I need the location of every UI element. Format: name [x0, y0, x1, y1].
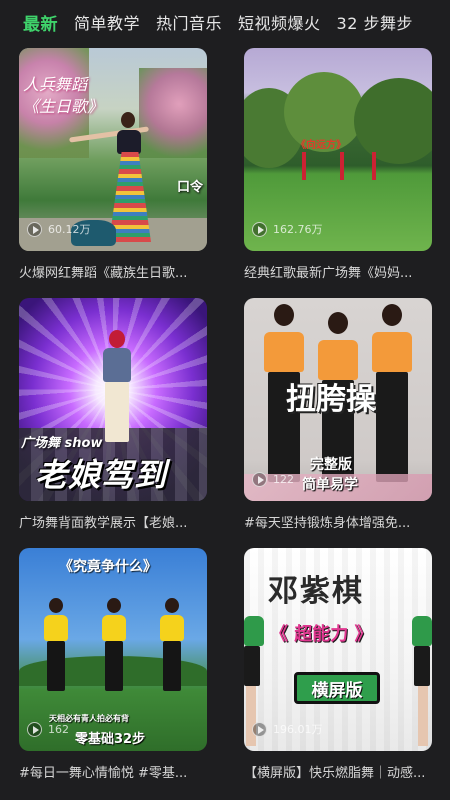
play-icon — [27, 722, 42, 737]
overlay-name-text: 邓紫棋 — [268, 574, 364, 609]
view-count: 60.12万 — [27, 221, 91, 237]
tab-32-steps[interactable]: 32 步舞步 — [329, 10, 421, 34]
overlay-big-text: 扭胯操 — [286, 382, 376, 417]
video-thumbnail[interactable]: 《究竟争什么》 天相必有青人拍必有背 零基础32步 162 — [19, 548, 207, 751]
overlay-badge: 横屏版 — [294, 672, 380, 704]
video-thumbnail[interactable]: 广场舞 show 老娘驾到 — [19, 298, 207, 501]
video-thumbnail[interactable]: 邓紫棋 《 超能力 》 横屏版 196.01万 — [244, 548, 432, 751]
video-thumbnail[interactable]: 人兵舞蹈 《生日歌》 口令 60.12万 — [19, 48, 207, 251]
dancer-figure — [99, 598, 129, 708]
view-count: 162 — [27, 722, 69, 737]
play-icon — [27, 221, 42, 237]
video-card[interactable]: 扭胯操 完整版 简单易学 122 #每天坚持锻炼身体增强免... — [244, 298, 432, 531]
video-card[interactable]: 广场舞 show 老娘驾到 广场舞背面教学展示【老娘... — [19, 298, 207, 531]
video-title[interactable]: 【横屏版】快乐燃脂舞｜动感... — [244, 762, 450, 781]
video-card[interactable]: 人兵舞蹈 《生日歌》 口令 60.12万 火爆网红舞蹈《藏族生日歌... — [19, 48, 207, 281]
overlay-top-text: 《究竟争什么》 — [59, 559, 157, 575]
play-icon — [252, 721, 267, 737]
dancer-figure — [41, 598, 71, 708]
dancer-figure — [157, 598, 187, 708]
dancer-figure — [410, 582, 432, 751]
banner-text: 《向远方》 — [296, 140, 346, 151]
dancer-figure — [97, 330, 137, 470]
video-title[interactable]: 经典红歌最新广场舞《妈妈... — [244, 262, 450, 281]
overlay-sub-text: 简单易学 — [302, 477, 358, 493]
view-count: 162.76万 — [252, 221, 323, 237]
tab-latest[interactable]: 最新 — [0, 10, 66, 35]
overlay-small-text: 广场舞 show — [21, 436, 103, 451]
dancer-figure — [69, 112, 169, 247]
video-title[interactable]: 火爆网红舞蹈《藏族生日歌... — [19, 262, 231, 281]
tab-viral-short-video[interactable]: 短视频爆火 — [230, 10, 329, 34]
view-count: 196.01万 — [252, 721, 323, 737]
play-icon — [252, 472, 267, 487]
corner-text: 口令 — [176, 180, 203, 195]
overlay-bottom-text: 零基础32步 — [75, 732, 146, 747]
video-thumbnail[interactable]: 《向远方》 162.76万 — [244, 48, 432, 251]
tab-simple-teaching[interactable]: 简单教学 — [66, 10, 148, 34]
view-count: 122 — [252, 472, 294, 487]
video-card[interactable]: 《究竟争什么》 天相必有青人拍必有背 零基础32步 162 #每日一舞心情愉悦 … — [19, 548, 207, 781]
video-thumbnail[interactable]: 扭胯操 完整版 简单易学 122 — [244, 298, 432, 501]
play-icon — [252, 221, 267, 237]
category-tab-bar: 最新 简单教学 热门音乐 短视频爆火 32 步舞步 — [0, 0, 450, 44]
video-title[interactable]: 广场舞背面教学展示【老娘... — [19, 512, 231, 531]
video-card[interactable]: 《向远方》 162.76万 经典红歌最新广场舞《妈妈... — [244, 48, 432, 281]
video-title[interactable]: #每日一舞心情愉悦 #零基... — [19, 762, 231, 781]
overlay-big-text: 老娘驾到 — [35, 456, 168, 494]
overlay-text: 人兵舞蹈 《生日歌》 — [23, 75, 104, 116]
overlay-song-text: 《 超能力 》 — [270, 624, 373, 645]
tab-hot-music[interactable]: 热门音乐 — [148, 10, 230, 34]
overlay-sub-text: 完整版 — [310, 457, 352, 473]
video-card[interactable]: 邓紫棋 《 超能力 》 横屏版 196.01万 【横屏版】快乐燃脂舞｜动感... — [244, 548, 432, 781]
video-title[interactable]: #每天坚持锻炼身体增强免... — [244, 512, 450, 531]
